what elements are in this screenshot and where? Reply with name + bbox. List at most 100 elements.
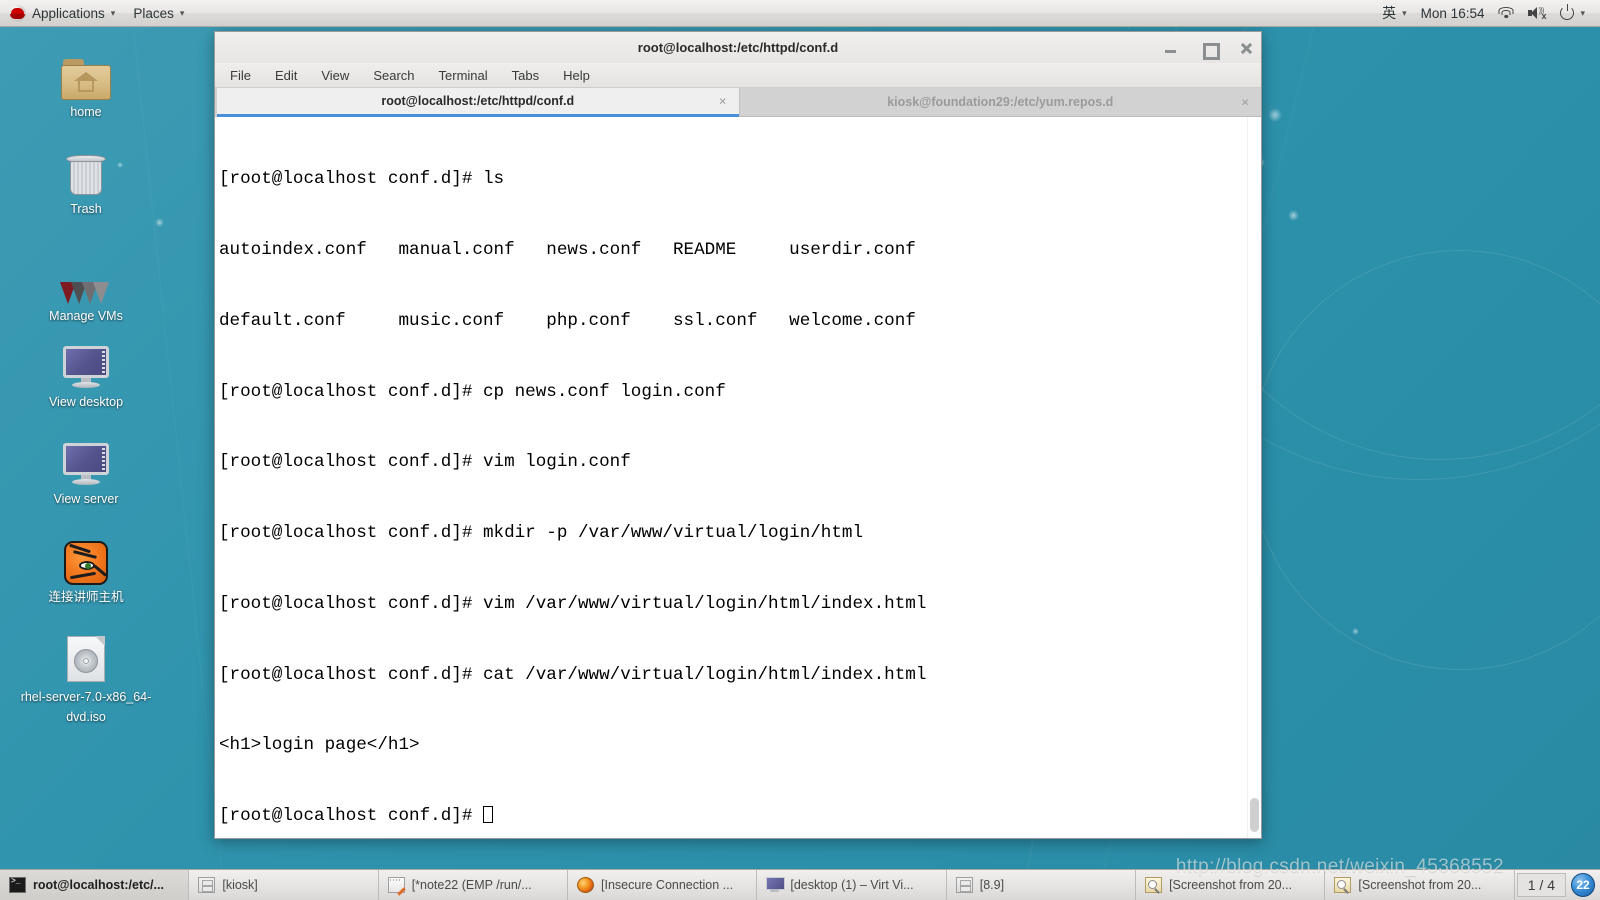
terminal-line: autoindex.conf manual.conf news.conf REA…: [219, 239, 916, 260]
chevron-down-icon: ▾: [110, 7, 116, 18]
tab-label: root@localhost:/etc/httpd/conf.d: [381, 94, 575, 108]
desktop-icon-connect-instructor-host[interactable]: 连接讲师主机: [20, 533, 152, 605]
desktop-icon-label: Manage VMs: [49, 309, 123, 323]
applications-menu[interactable]: Applications ▾: [0, 0, 124, 26]
terminal-line: [root@localhost conf.d]# vim login.conf: [219, 452, 631, 473]
chevron-down-icon: ▾: [1580, 7, 1585, 18]
system-menu[interactable]: ▾: [1553, 0, 1592, 26]
chevron-down-icon: ▾: [1402, 7, 1407, 18]
desktop-icon-label: View server: [53, 492, 119, 506]
taskbar-item-firefox[interactable]: [Insecure Connection ...: [568, 870, 758, 900]
places-menu[interactable]: Places ▾: [124, 0, 193, 26]
tray-badge[interactable]: 22: [1571, 873, 1595, 897]
terminal-window: root@localhost:/etc/httpd/conf.d File Ed…: [214, 31, 1262, 839]
terminal-line: [root@localhost conf.d]# vim /var/www/vi…: [219, 593, 927, 614]
desktop-icon-trash[interactable]: Trash: [20, 145, 152, 217]
screenshot-icon: [1145, 877, 1163, 893]
scrollbar-thumb[interactable]: [1250, 798, 1259, 832]
taskbar-item-screenshot-1[interactable]: [Screenshot from 20...: [1136, 870, 1326, 900]
menubar: File Edit View Search Terminal Tabs Help: [215, 63, 1261, 88]
wallpaper-dot: [1288, 210, 1299, 221]
chevron-down-icon: ▾: [179, 7, 185, 18]
tray-badge-label: 22: [1576, 878, 1590, 892]
desktop-icon-label: rhel-server-7.0-x86_64-dvd.iso: [20, 690, 152, 724]
taskbar-item-label: [kiosk]: [222, 878, 258, 892]
minimize-icon[interactable]: [1161, 39, 1179, 57]
terminal-tab-active[interactable]: root@localhost:/etc/httpd/conf.d ×: [217, 88, 739, 117]
window-title: root@localhost:/etc/httpd/conf.d: [637, 40, 839, 55]
desktop-icon-manage-vms[interactable]: Manage VMs: [20, 252, 152, 324]
archive-icon: [955, 877, 973, 893]
menu-help[interactable]: Help: [560, 66, 593, 85]
applications-menu-label: Applications: [32, 5, 105, 21]
monitor-icon: [20, 435, 152, 487]
maximize-icon[interactable]: [1199, 39, 1220, 60]
desktop-icon-home[interactable]: home: [20, 48, 152, 120]
close-icon[interactable]: ×: [719, 95, 727, 108]
workspace-switcher[interactable]: 1 / 4: [1516, 873, 1566, 897]
window-titlebar[interactable]: root@localhost:/etc/httpd/conf.d: [215, 32, 1261, 63]
wallpaper-dot: [1268, 108, 1282, 122]
menu-terminal[interactable]: Terminal: [436, 66, 491, 85]
terminal-icon: [9, 877, 26, 893]
taskbar-item-label: [Insecure Connection ...: [601, 878, 734, 892]
taskbar-item-terminal[interactable]: root@localhost:/etc/...: [0, 870, 190, 900]
taskbar-item-label: [desktop (1) – Virt Vi...: [790, 878, 914, 892]
terminal-line: default.conf music.conf php.conf ssl.con…: [219, 310, 916, 331]
tiger-icon: [20, 533, 152, 585]
tab-label: kiosk@foundation29:/etc/yum.repos.d: [887, 95, 1114, 109]
terminal-line: <h1>login page</h1>: [219, 735, 420, 756]
taskbar-item-label: [Screenshot from 20...: [1169, 878, 1293, 892]
monitor-icon: [766, 877, 786, 893]
firefox-icon: [577, 877, 595, 893]
terminal-output[interactable]: [root@localhost conf.d]# ls autoindex.co…: [215, 117, 1247, 838]
wifi-icon: [1498, 6, 1514, 20]
menu-edit[interactable]: Edit: [272, 66, 300, 85]
clock-label: Mon 16:54: [1420, 5, 1485, 21]
taskbar: root@localhost:/etc/... [kiosk] [*note22…: [0, 869, 1600, 900]
taskbar-item-screenshot-2[interactable]: [Screenshot from 20...: [1325, 870, 1515, 900]
desktop-icon-view-server[interactable]: View server: [20, 435, 152, 507]
close-icon[interactable]: ×: [1241, 96, 1249, 109]
scrollbar[interactable]: [1247, 117, 1261, 838]
clock[interactable]: Mon 16:54: [1414, 0, 1492, 26]
workspace-label: 1 / 4: [1527, 877, 1555, 893]
close-icon[interactable]: [1237, 39, 1255, 57]
desktop-icon-rhel-iso[interactable]: rhel-server-7.0-x86_64-dvd.iso: [20, 630, 152, 727]
taskbar-item-note22[interactable]: [*note22 (EMP /run/...: [379, 870, 569, 900]
menu-file[interactable]: File: [227, 66, 254, 85]
menu-tabs[interactable]: Tabs: [509, 66, 542, 85]
taskbar-item-label: [*note22 (EMP /run/...: [411, 878, 532, 892]
terminal-body[interactable]: [root@localhost conf.d]# ls autoindex.co…: [215, 117, 1261, 838]
top-panel: Applications ▾ Places ▾ 英 ▾ Mon 16:54 ))…: [0, 0, 1600, 27]
desktop-icon-label: View desktop: [48, 395, 124, 409]
terminal-line: [root@localhost conf.d]# ls: [219, 169, 505, 190]
desktop-icon-view-desktop[interactable]: View desktop: [20, 338, 152, 410]
screenshot-icon: [1334, 877, 1352, 893]
input-method-indicator[interactable]: 英 ▾: [1375, 0, 1414, 26]
taskbar-item-kiosk[interactable]: [kiosk]: [189, 870, 379, 900]
volume-muted-icon: ))) x: [1528, 6, 1546, 21]
menu-search[interactable]: Search: [370, 66, 417, 85]
terminal-line: [root@localhost conf.d]# cp news.conf lo…: [219, 381, 726, 402]
power-icon: [1560, 4, 1575, 20]
terminal-line: [root@localhost conf.d]# mkdir -p /var/w…: [219, 523, 864, 544]
notepad-icon: [387, 877, 405, 893]
tab-bar: root@localhost:/etc/httpd/conf.d × kiosk…: [215, 88, 1261, 117]
block-cursor: [482, 806, 493, 824]
terminal-tab-inactive[interactable]: kiosk@foundation29:/etc/yum.repos.d ×: [738, 88, 1261, 117]
menu-view[interactable]: View: [318, 66, 352, 85]
redhat-logo-icon: [9, 4, 26, 22]
home-folder-icon: [20, 48, 152, 100]
taskbar-item-label: [8.9]: [979, 878, 1005, 892]
monitor-icon: [20, 338, 152, 390]
desktop-icon-label: Trash: [70, 202, 102, 216]
desktop-icon-label: home: [70, 105, 102, 119]
desktop-icon-label: 连接讲师主机: [48, 590, 124, 604]
input-method-label: 英: [1382, 5, 1397, 21]
volume-indicator[interactable]: ))) x: [1521, 0, 1553, 26]
taskbar-item-virt-viewer[interactable]: [desktop (1) – Virt Vi...: [757, 870, 947, 900]
network-indicator[interactable]: [1491, 0, 1521, 26]
taskbar-item-89[interactable]: [8.9]: [947, 870, 1137, 900]
terminal-prompt-line: [root@localhost conf.d]#: [219, 805, 1247, 829]
